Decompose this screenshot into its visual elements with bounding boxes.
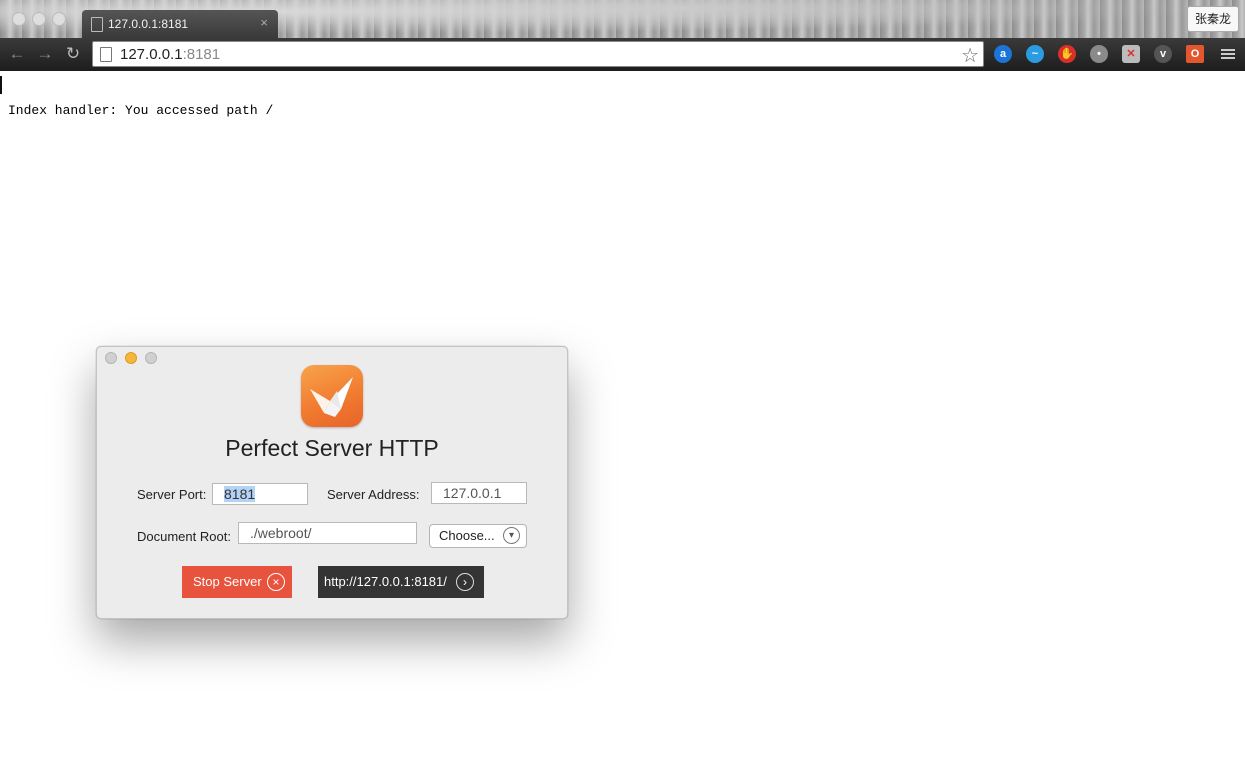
page-icon (100, 47, 112, 62)
chevron-down-icon: ▾ (503, 527, 520, 544)
stop-server-label: Stop Server (193, 574, 262, 589)
document-root-label: Document Root: (137, 529, 231, 544)
browser-tab[interactable]: 127.0.0.1:8181 × (82, 10, 278, 38)
browser-minimize-dot[interactable] (32, 12, 46, 26)
a-extension-icon[interactable]: a (994, 45, 1012, 63)
tab-close-icon[interactable]: × (260, 15, 268, 30)
pulse-extension-icon[interactable]: ~ (1026, 45, 1044, 63)
forward-icon[interactable]: → (34, 43, 56, 65)
block-extension-icon[interactable]: ✕ (1122, 45, 1140, 63)
perfect-crane-icon (301, 365, 363, 427)
stop-server-button[interactable]: Stop Server × (182, 566, 292, 598)
browser-zoom-dot[interactable] (52, 12, 66, 26)
server-port-label: Server Port: (137, 487, 207, 502)
window-minimize-button[interactable] (125, 352, 137, 364)
bookmark-star-icon[interactable]: ☆ (961, 43, 979, 68)
perfect-server-window: Perfect Server HTTP Server Port: 8181 Se… (96, 346, 568, 619)
hand-stop-extension-icon[interactable]: ✋ (1058, 45, 1076, 63)
server-address-input[interactable]: 127.0.0.1 (431, 482, 527, 504)
back-icon[interactable]: ← (6, 43, 28, 65)
pocket-extension-icon[interactable]: v (1154, 45, 1172, 63)
page-text: Index handler: You accessed path / (8, 103, 274, 118)
browser-tab-strip: 127.0.0.1:8181 × 张秦龙 (0, 0, 1245, 38)
office-extension-icon[interactable]: O (1186, 45, 1204, 63)
server-port-input[interactable]: 8181 (212, 483, 308, 505)
profile-button[interactable]: 张秦龙 (1187, 6, 1239, 32)
address-bar[interactable]: 127.0.0.1:8181 ☆ (92, 41, 984, 67)
text-cursor (0, 76, 2, 94)
tab-title: 127.0.0.1:8181 (108, 17, 189, 31)
close-circle-icon: × (267, 573, 285, 591)
menu-icon[interactable] (1221, 49, 1235, 59)
page-icon (91, 17, 103, 32)
dots-extension-icon[interactable]: • (1090, 45, 1108, 63)
choose-button[interactable]: Choose... ▾ (429, 524, 527, 548)
document-root-input[interactable]: ./webroot/ (238, 522, 417, 544)
app-title: Perfect Server HTTP (225, 435, 439, 461)
window-close-button[interactable] (105, 352, 117, 364)
browser-close-dot[interactable] (12, 12, 26, 26)
address-url: 127.0.0.1:8181 (120, 46, 221, 63)
open-url-button[interactable]: http://127.0.0.1:8181/ › (318, 566, 484, 598)
browser-toolbar: ← → ↻ 127.0.0.1:8181 ☆ a ~ ✋ • ✕ v O (0, 38, 1245, 71)
window-zoom-button[interactable] (145, 352, 157, 364)
reload-icon[interactable]: ↻ (62, 43, 84, 65)
chevron-right-icon: › (456, 573, 474, 591)
server-address-label: Server Address: (327, 487, 420, 502)
choose-button-label: Choose... (439, 528, 495, 543)
server-url-label: http://127.0.0.1:8181/ (324, 574, 447, 589)
